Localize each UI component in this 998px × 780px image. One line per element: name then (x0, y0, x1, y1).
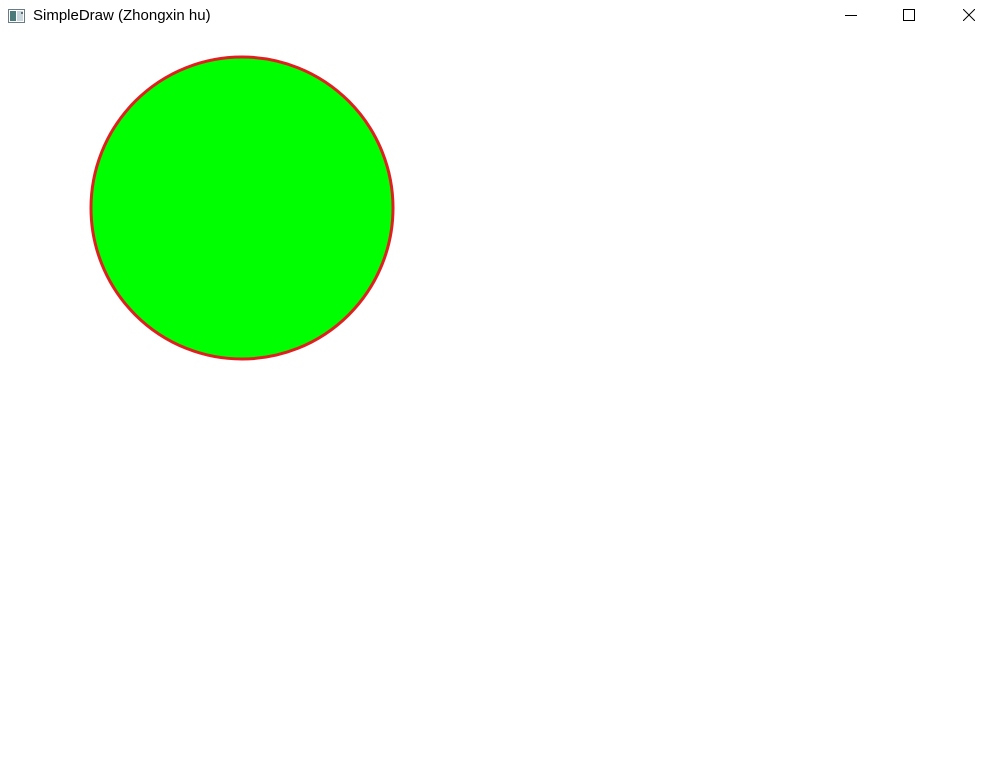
window-title: SimpleDraw (Zhongxin hu) (33, 7, 211, 24)
maximize-icon (903, 8, 915, 26)
app-window: SimpleDraw (Zhongxin hu) (0, 0, 998, 780)
minimize-icon (845, 8, 857, 26)
maximize-button[interactable] (880, 0, 938, 33)
drawn-circle[interactable] (89, 55, 395, 361)
drawing-canvas[interactable] (0, 33, 998, 780)
close-button[interactable] (939, 0, 998, 33)
close-icon (962, 8, 975, 26)
title-bar[interactable]: SimpleDraw (Zhongxin hu) (0, 0, 998, 33)
window-app-icon (8, 9, 25, 23)
minimize-button[interactable] (822, 0, 880, 33)
canvas-svg (89, 55, 395, 361)
